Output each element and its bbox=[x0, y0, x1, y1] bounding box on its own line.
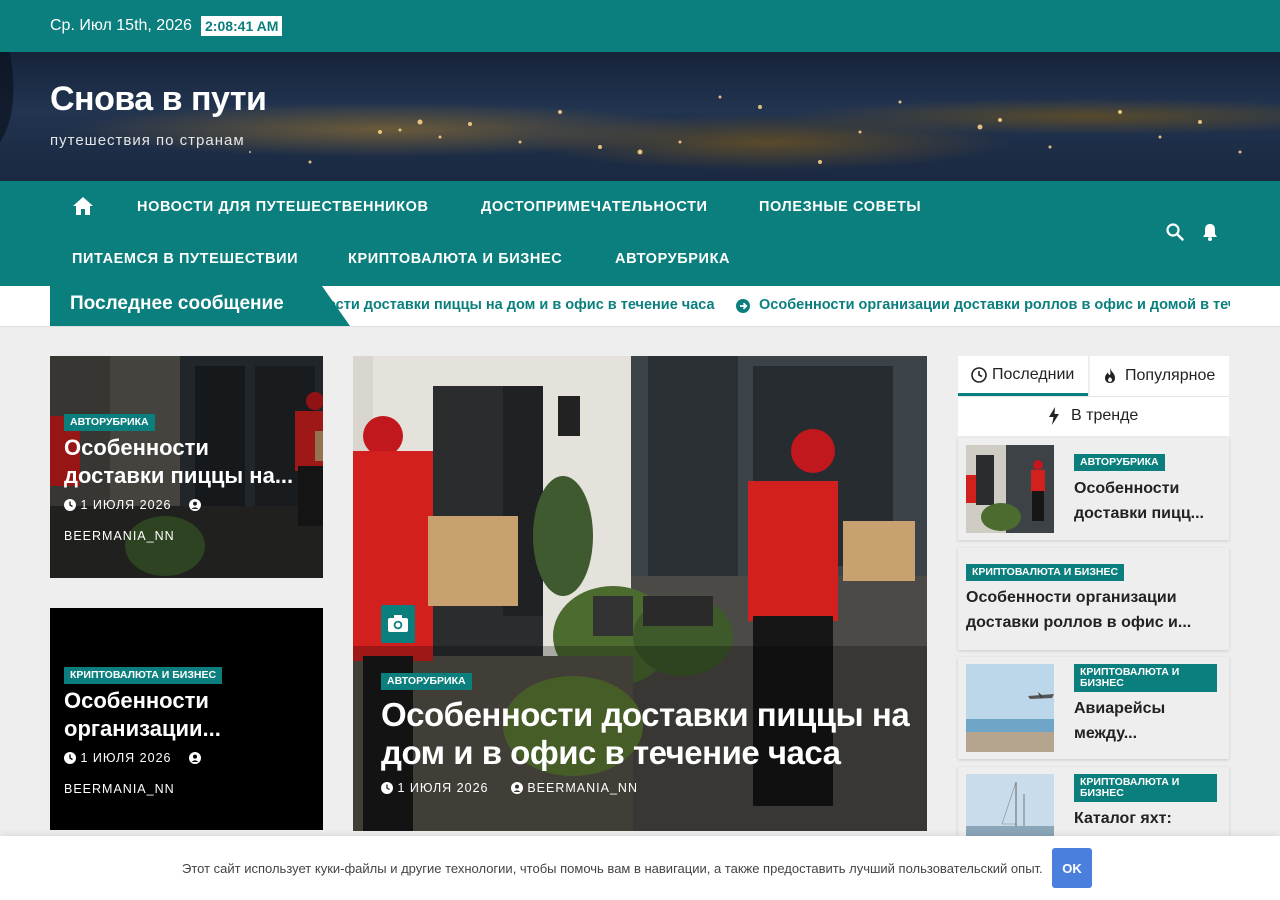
sidebar-post[interactable]: КРИПТОВАЛЮТА И БИЗНЕС Каталог яхт: bbox=[958, 767, 1229, 836]
tab-popular[interactable]: Популярное bbox=[1090, 356, 1229, 396]
site-tagline: путешествия по странам bbox=[50, 132, 245, 149]
fire-icon bbox=[1105, 368, 1115, 383]
nav-item-auto[interactable]: АВТОРУБРИКА bbox=[615, 251, 730, 267]
sidebar-post-title[interactable]: Особенности организации доставки роллов … bbox=[966, 585, 1221, 635]
category-badge[interactable]: АВТОРУБРИКА bbox=[64, 414, 155, 431]
clock-icon bbox=[971, 367, 987, 383]
tab-trending[interactable]: В тренде bbox=[958, 396, 1229, 436]
tab-label: Последнии bbox=[992, 366, 1075, 383]
post-meta: 1 ИЮЛЯ 2026 bbox=[64, 751, 202, 765]
clock-icon bbox=[64, 499, 76, 511]
current-time: 2:08:41 AM bbox=[201, 16, 283, 36]
sidebar-post[interactable]: КРИПТОВАЛЮТА И БИЗНЕС Особенности органи… bbox=[958, 548, 1229, 650]
post-card[interactable]: АВТОРУБРИКА Особенности доставки пиццы н… bbox=[50, 356, 323, 578]
post-date: 1 ИЮЛЯ 2026 bbox=[80, 498, 172, 512]
arrow-circle-right-icon bbox=[736, 299, 750, 313]
category-badge[interactable]: КРИПТОВАЛЮТА И БИЗНЕС bbox=[1074, 774, 1217, 802]
cookie-banner: Этот сайт использует куки-файлы и другие… bbox=[0, 836, 1280, 900]
sidebar-post[interactable]: АВТОРУБРИКА Особенности доставки пицц... bbox=[958, 438, 1229, 540]
search-icon[interactable] bbox=[1166, 223, 1184, 241]
main-navigation: НОВОСТИ ДЛЯ ПУТЕШЕСТВЕННИКОВ ДОСТОПРИМЕЧ… bbox=[0, 181, 1280, 286]
category-badge[interactable]: КРИПТОВАЛЮТА И БИЗНЕС bbox=[1074, 664, 1217, 692]
category-badge[interactable]: АВТОРУБРИКА bbox=[1074, 454, 1165, 471]
featured-post[interactable]: АВТОРУБРИКА Особенности доставки пиццы н… bbox=[353, 356, 927, 831]
sidebar-tabs-widget: Последнии Популярное В тренде АВТОРУБРИК… bbox=[958, 356, 1229, 836]
sidebar-post-title[interactable]: Авиарейсы между... bbox=[1074, 696, 1224, 746]
sidebar-post-title[interactable]: Каталог яхт: bbox=[1074, 806, 1224, 831]
bell-icon[interactable] bbox=[1201, 223, 1219, 241]
featured-title[interactable]: Особенности доставки пиццы на дом и в оф… bbox=[381, 696, 921, 772]
camera-icon bbox=[381, 605, 415, 643]
post-author[interactable]: BEERMANIA_NN bbox=[64, 529, 175, 543]
post-title[interactable]: Особенности организации... bbox=[64, 687, 314, 743]
news-ticker: ости доставки пиццы на дом и в офис в те… bbox=[0, 286, 1280, 327]
nav-item-news[interactable]: НОВОСТИ ДЛЯ ПУТЕШЕСТВЕННИКОВ bbox=[137, 199, 429, 215]
ticker-item[interactable]: ости доставки пиццы на дом и в офис в те… bbox=[330, 297, 715, 313]
category-badge[interactable]: КРИПТОВАЛЮТА И БИЗНЕС bbox=[966, 564, 1125, 581]
post-meta: 1 ИЮЛЯ 2026 bbox=[64, 498, 202, 512]
tab-label: Популярное bbox=[1125, 367, 1216, 384]
tab-latest[interactable]: Последнии bbox=[958, 356, 1088, 396]
cookie-notice-text: Этот сайт использует куки-файлы и другие… bbox=[182, 861, 1043, 876]
post-title[interactable]: Особенности доставки пиццы на... bbox=[64, 434, 314, 490]
cookie-accept-button[interactable]: OK bbox=[1052, 848, 1092, 888]
ticker-track: ости доставки пиццы на дом и в офис в те… bbox=[330, 286, 1230, 326]
category-badge[interactable]: АВТОРУБРИКА bbox=[381, 673, 472, 690]
nav-item-crypto[interactable]: КРИПТОВАЛЮТА И БИЗНЕС bbox=[348, 251, 562, 267]
user-icon bbox=[189, 752, 202, 764]
ticker-item[interactable]: Особенности организации доставки роллов … bbox=[759, 297, 1230, 313]
nav-item-tips[interactable]: ПОЛЕЗНЫЕ СОВЕТЫ bbox=[759, 199, 921, 215]
post-author[interactable]: BEERMANIA_NN bbox=[64, 782, 175, 796]
post-thumbnail bbox=[966, 774, 1054, 836]
header-banner: Снова в пути путешествия по странам bbox=[0, 52, 1280, 181]
post-date: 1 ИЮЛЯ 2026 bbox=[80, 751, 172, 765]
sidebar-post-title[interactable]: Особенности доставки пицц... bbox=[1074, 476, 1224, 526]
current-date: Ср. Июл 15th, 2026 bbox=[50, 17, 192, 34]
home-icon[interactable] bbox=[72, 196, 94, 216]
tab-label: В тренде bbox=[1071, 407, 1139, 424]
nav-item-food[interactable]: ПИТАЕМСЯ В ПУТЕШЕСТВИИ bbox=[72, 251, 298, 267]
user-icon bbox=[510, 782, 523, 794]
user-icon bbox=[189, 499, 202, 511]
post-date: 1 ИЮЛЯ 2026 bbox=[397, 781, 489, 795]
nav-item-sights[interactable]: ДОСТОПРИМЕЧАТЕЛЬНОСТИ bbox=[481, 199, 708, 215]
top-bar: Ср. Июл 15th, 2026 2:08:41 AM bbox=[0, 0, 1280, 52]
post-author[interactable]: BEERMANIA_NN bbox=[527, 781, 638, 795]
sidebar-post[interactable]: КРИПТОВАЛЮТА И БИЗНЕС Авиарейсы между... bbox=[958, 657, 1229, 759]
post-meta: 1 ИЮЛЯ 2026 BEERMANIA_NN bbox=[381, 781, 638, 795]
ticker-label: Последнее сообщение bbox=[50, 286, 350, 326]
bolt-icon bbox=[1049, 407, 1059, 425]
post-thumbnail bbox=[966, 664, 1054, 752]
clock-icon bbox=[64, 752, 76, 764]
post-thumbnail bbox=[966, 445, 1054, 533]
post-card[interactable]: КРИПТОВАЛЮТА И БИЗНЕС Особенности органи… bbox=[50, 608, 323, 830]
category-badge[interactable]: КРИПТОВАЛЮТА И БИЗНЕС bbox=[64, 667, 223, 684]
site-title[interactable]: Снова в пути bbox=[50, 80, 267, 119]
clock-icon bbox=[381, 782, 393, 794]
